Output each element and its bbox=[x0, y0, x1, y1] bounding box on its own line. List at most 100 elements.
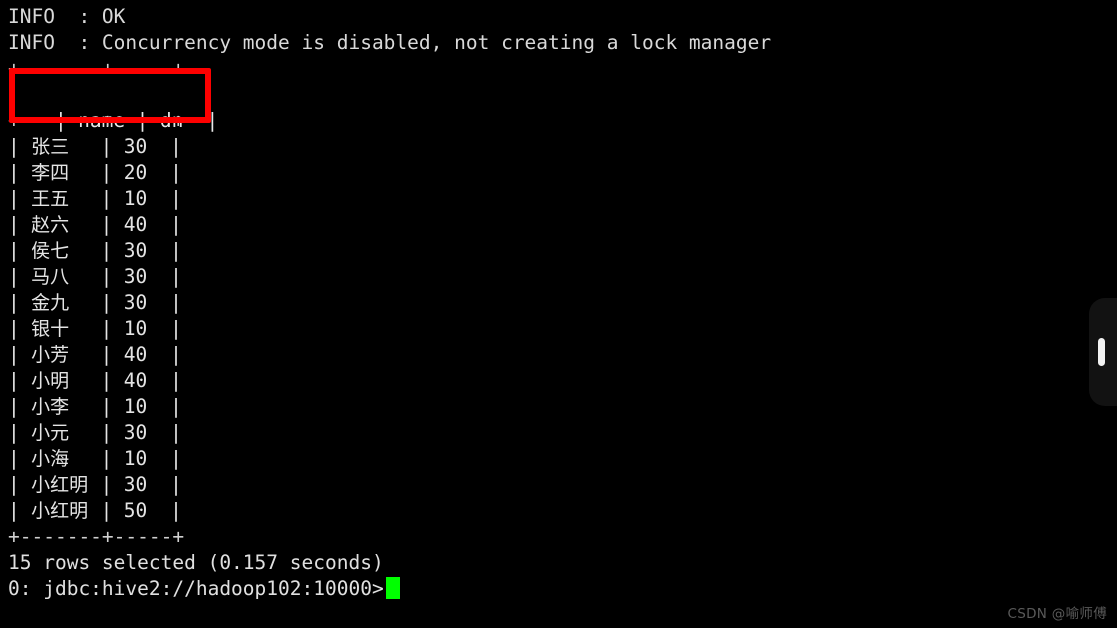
table-row: | 王五 | 10 | bbox=[8, 186, 1117, 212]
row-pad-left bbox=[20, 316, 32, 342]
row-pipe-left: | bbox=[8, 499, 20, 522]
row-pad-dn-right bbox=[147, 342, 170, 368]
row-pad-left bbox=[20, 472, 32, 498]
row-pad-dn-right bbox=[147, 290, 170, 316]
row-pipe-right: | bbox=[170, 161, 182, 184]
row-pad-dn-right bbox=[147, 238, 170, 264]
row-pipe-left: | bbox=[8, 343, 20, 366]
table-row: | 小明 | 40 | bbox=[8, 368, 1117, 394]
header-pipe-right: | bbox=[206, 109, 219, 132]
table-body: | 张三 | 30 | | 李四 | 20 | | 王五 | 10 | | 赵六 | … bbox=[8, 134, 1117, 524]
row-pipe-left: | bbox=[8, 447, 20, 470]
row-pipe-left: | bbox=[8, 291, 20, 314]
row-pipe-mid: | bbox=[100, 447, 113, 470]
scrollbar-track[interactable] bbox=[1089, 298, 1117, 406]
table-row: | 张三 | 30 | bbox=[8, 134, 1117, 160]
row-pad-dn-right bbox=[147, 264, 170, 290]
cell-name: 王五 bbox=[31, 188, 70, 210]
row-pad-name bbox=[77, 394, 100, 420]
table-top-border: +-------+-----+ bbox=[8, 57, 185, 80]
row-pipe-left: | bbox=[8, 213, 20, 236]
row-pad-name bbox=[77, 368, 100, 394]
cell-dn: 30 bbox=[123, 421, 148, 444]
row-pad-dn-right bbox=[147, 420, 170, 446]
row-pad-name bbox=[77, 264, 100, 290]
cell-name: 小李 bbox=[31, 396, 70, 418]
row-pad-dn-right bbox=[147, 316, 170, 342]
row-pipe-left: | bbox=[8, 135, 20, 158]
row-pad-dn-right bbox=[147, 446, 170, 472]
cell-name: 小芳 bbox=[31, 344, 70, 366]
cell-dn: 30 bbox=[123, 473, 148, 496]
row-pad-left bbox=[20, 342, 32, 368]
row-pipe-right: | bbox=[170, 135, 182, 158]
row-pipe-right: | bbox=[170, 187, 182, 210]
cell-dn: 30 bbox=[123, 291, 148, 314]
row-pipe-mid: | bbox=[100, 369, 113, 392]
row-pad-dn bbox=[112, 446, 124, 472]
table-row: | 小红明 | 30 | bbox=[8, 472, 1117, 498]
row-pipe-mid: | bbox=[100, 135, 113, 158]
row-pipe-left: | bbox=[8, 161, 20, 184]
log-line-concurrency: INFO : Concurrency mode is disabled, not… bbox=[8, 31, 772, 54]
row-pad-dn-right bbox=[147, 368, 170, 394]
row-pad-dn bbox=[112, 264, 124, 290]
row-pad-dn-right bbox=[147, 394, 170, 420]
cell-name: 小红明 bbox=[31, 500, 89, 522]
row-pipe-left: | bbox=[8, 239, 20, 262]
row-pipe-left: | bbox=[8, 317, 20, 340]
row-pipe-right: | bbox=[170, 343, 182, 366]
row-pipe-right: | bbox=[170, 473, 182, 496]
row-pipe-mid: | bbox=[100, 317, 113, 340]
row-pipe-mid: | bbox=[100, 187, 113, 210]
row-pipe-right: | bbox=[170, 265, 182, 288]
row-pipe-mid: | bbox=[100, 499, 113, 522]
row-pipe-right: | bbox=[170, 395, 182, 418]
cell-name: 马八 bbox=[31, 266, 70, 288]
cell-name: 小海 bbox=[31, 448, 70, 470]
table-row: | 小芳 | 40 | bbox=[8, 342, 1117, 368]
cell-name: 侯七 bbox=[31, 240, 70, 262]
table-row: | 李四 | 20 | bbox=[8, 160, 1117, 186]
row-pad-dn-right bbox=[147, 212, 170, 238]
row-pipe-right: | bbox=[170, 291, 182, 314]
shell-prompt-line[interactable]: 0: jdbc:hive2://hadoop102:10000> bbox=[8, 576, 1117, 602]
terminal-window[interactable]: INFO : OK INFO : Concurrency mode is dis… bbox=[0, 0, 1117, 628]
row-pad-dn-right bbox=[147, 186, 170, 212]
cell-dn: 20 bbox=[123, 161, 148, 184]
table-row: | 金九 | 30 | bbox=[8, 290, 1117, 316]
row-pad-left bbox=[20, 290, 32, 316]
row-pad-dn bbox=[112, 472, 124, 498]
row-pad-name bbox=[77, 134, 100, 160]
cell-name: 小明 bbox=[31, 370, 70, 392]
row-pipe-mid: | bbox=[100, 421, 113, 444]
table-row: | 小元 | 30 | bbox=[8, 420, 1117, 446]
cell-dn: 30 bbox=[123, 265, 148, 288]
row-pad-name bbox=[77, 160, 100, 186]
row-pipe-left: | bbox=[8, 187, 20, 210]
log-line-ok: INFO : OK bbox=[8, 5, 126, 28]
row-pad-dn bbox=[112, 498, 124, 524]
row-pad-dn bbox=[112, 420, 124, 446]
cell-dn: 10 bbox=[123, 447, 148, 470]
row-pad-name bbox=[77, 316, 100, 342]
row-pipe-right: | bbox=[170, 499, 182, 522]
row-pad-left bbox=[20, 160, 32, 186]
cell-name: 银十 bbox=[31, 318, 70, 340]
row-pad-left bbox=[20, 420, 32, 446]
row-pipe-mid: | bbox=[100, 239, 113, 262]
row-pad-name bbox=[77, 342, 100, 368]
row-pad-dn-right bbox=[147, 134, 170, 160]
table-row: | 赵六 | 40 | bbox=[8, 212, 1117, 238]
row-pipe-right: | bbox=[170, 421, 182, 444]
row-pad-name bbox=[77, 186, 100, 212]
row-pipe-right: | bbox=[170, 213, 182, 236]
row-pipe-right: | bbox=[170, 369, 182, 392]
row-pad-left bbox=[20, 238, 32, 264]
cell-dn: 30 bbox=[123, 239, 148, 262]
row-pipe-mid: | bbox=[100, 161, 113, 184]
scrollbar-thumb[interactable] bbox=[1098, 338, 1105, 366]
row-pad-left bbox=[20, 134, 32, 160]
cell-dn: 10 bbox=[123, 187, 148, 210]
row-pad-dn-right bbox=[147, 472, 170, 498]
